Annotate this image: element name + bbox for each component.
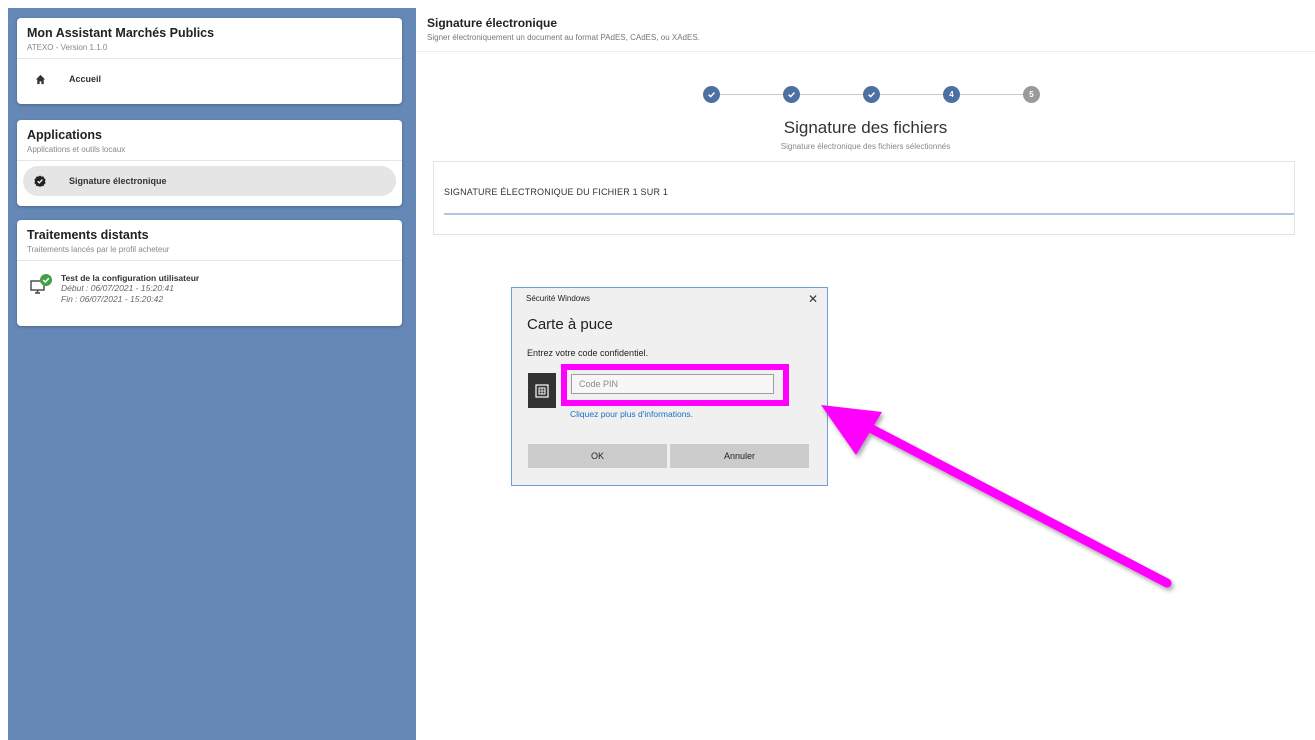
progress-label: SIGNATURE ÉLECTRONIQUE DU FICHIER 1 SUR … (444, 187, 669, 197)
step-1 (703, 86, 720, 103)
step-connector (880, 94, 943, 95)
task-start: Début : 06/07/2021 - 15:20:41 (61, 283, 174, 293)
task-end: Fin : 06/07/2021 - 15:20:42 (61, 294, 164, 304)
app-version: ATEXO - Version 1.1.0 (27, 43, 108, 52)
applications-title: Applications (27, 128, 103, 142)
dialog-title: Carte à puce (527, 316, 613, 333)
stepper: 4 5 (416, 86, 1315, 104)
progress-fill (444, 213, 1294, 215)
applications-card: Applications Applications et outils loca… (17, 120, 402, 206)
monitor-check-icon (29, 273, 61, 305)
check-icon (788, 92, 795, 98)
section-subtitle: Signature électronique des fichiers séle… (780, 142, 951, 151)
sidebar: Mon Assistant Marchés Publics ATEXO - Ve… (8, 8, 416, 740)
smart-card-icon (528, 373, 556, 408)
task-details: Test de la configuration utilisateur Déb… (61, 273, 199, 305)
remote-card: Traitements distants Traitements lancés … (17, 220, 402, 326)
app-card: Mon Assistant Marchés Publics ATEXO - Ve… (17, 18, 402, 104)
step-4: 4 (943, 86, 960, 103)
remote-subtitle: Traitements lancés par le profil acheteu… (27, 245, 170, 254)
page-subtitle: Signer électroniquement un document au f… (427, 33, 700, 42)
close-icon[interactable]: ✕ (808, 293, 818, 305)
section-title: Signature des fichiers (783, 118, 948, 137)
task-name: Test de la configuration utilisateur (61, 273, 200, 283)
nav-item-home[interactable]: Accueil (17, 59, 402, 99)
remote-title: Traitements distants (27, 228, 149, 242)
step-connector (720, 94, 783, 95)
dialog-caption: Sécurité Windows (526, 294, 591, 303)
step-3 (863, 86, 880, 103)
pin-highlight-box (561, 364, 789, 406)
page-title: Signature électronique (427, 16, 558, 30)
step-connector (800, 94, 863, 95)
applications-header: Applications Applications et outils loca… (17, 120, 402, 161)
step-5: 5 (1023, 86, 1040, 103)
progress-panel: SIGNATURE ÉLECTRONIQUE DU FICHIER 1 SUR … (433, 161, 1295, 235)
ok-button[interactable]: OK (528, 444, 667, 468)
progress-bar (444, 213, 1294, 215)
nav-item-signature-label: Signature électronique (69, 176, 167, 186)
app-title: Mon Assistant Marchés Publics (27, 26, 215, 40)
main-header: Signature électronique Signer électroniq… (416, 8, 1315, 52)
check-icon (708, 92, 715, 98)
check-badge-icon (33, 174, 47, 188)
app-card-header: Mon Assistant Marchés Publics ATEXO - Ve… (17, 18, 402, 59)
task-item[interactable]: Test de la configuration utilisateur Déb… (17, 261, 402, 315)
nav-item-home-label: Accueil (69, 74, 102, 84)
check-icon (868, 92, 875, 98)
more-info-link[interactable]: Cliquez pour plus d'informations. (570, 409, 693, 419)
dialog-prompt: Entrez votre code confidentiel. (527, 348, 649, 358)
home-icon (33, 72, 47, 86)
remote-header: Traitements distants Traitements lancés … (17, 220, 402, 261)
step-connector (960, 94, 1023, 95)
applications-subtitle: Applications et outils locaux (27, 145, 126, 154)
cancel-button[interactable]: Annuler (670, 444, 809, 468)
nav-item-signature[interactable]: Signature électronique (23, 166, 396, 196)
step-2 (783, 86, 800, 103)
